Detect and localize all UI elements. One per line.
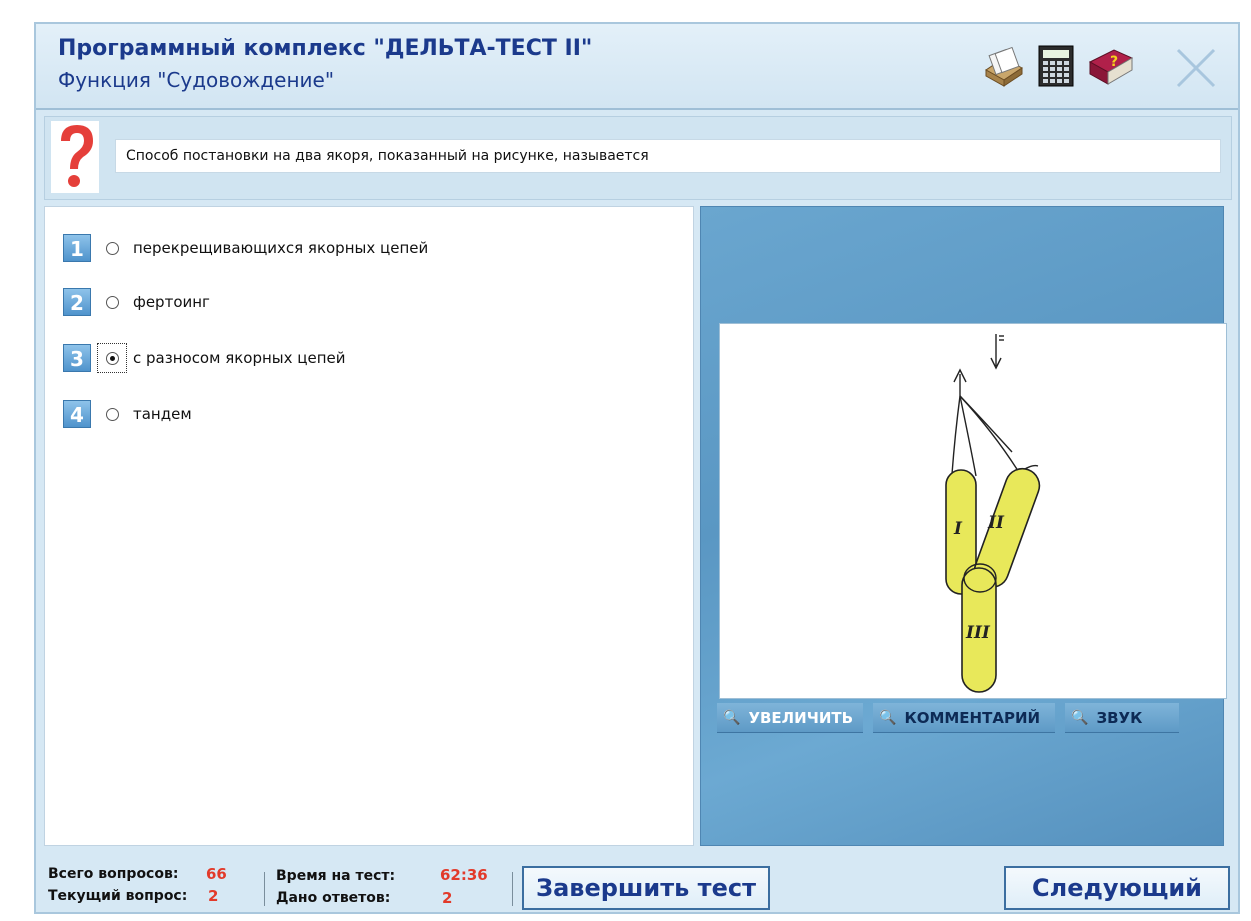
separator [264,872,265,906]
answer-option-4[interactable]: 4 тандем [63,397,192,431]
help-book-icon[interactable]: ? [1086,44,1134,88]
answer-radio-3[interactable] [97,343,127,373]
header: Программный комплекс "ДЕЛЬТА-ТЕСТ II" Фу… [36,24,1238,110]
question-figure: I II III [719,323,1227,699]
answers-given-label: Дано ответов: [276,890,391,906]
magnifier-icon: 🔍 [1071,709,1089,726]
image-panel: I II III 🔍 УВЕЛИЧИТЬ 🔍 КОММЕНТАРИЙ 🔍 ЗВУ… [700,206,1227,846]
sound-button[interactable]: 🔍 ЗВУК [1065,703,1179,733]
finish-test-button[interactable]: Завершить тест [522,866,770,910]
separator [512,872,513,906]
app-title: Программный комплекс "ДЕЛЬТА-ТЕСТ II" [58,36,593,61]
app-subtitle: Функция "Судовождение" [58,68,335,92]
question-mark-icon [51,121,99,193]
answer-number-badge: 2 [63,288,91,316]
answer-label: тандем [133,405,192,423]
close-icon[interactable] [1172,44,1220,92]
current-question-value: 2 [208,887,219,905]
test-time-value: 62:36 [440,866,488,884]
answers-given-value: 2 [442,889,453,907]
answer-number-badge: 4 [63,400,91,428]
answer-option-3[interactable]: 3 с разносом якорных цепей [63,341,346,375]
answers-panel: 1 перекрещивающихся якорных цепей 2 ферт… [44,206,694,846]
answer-label: с разносом якорных цепей [133,349,346,367]
radio-circle-icon [105,241,119,255]
answer-radio-2[interactable] [97,287,127,317]
comment-button-label: КОММЕНТАРИЙ [904,708,1041,727]
magnifier-icon: 🔍 [879,709,897,726]
question-text: Способ постановки на два якоря, показанн… [115,139,1221,173]
current-question-label: Текущий вопрос: [48,888,188,904]
ship-label-iii: III [965,623,991,643]
answer-option-2[interactable]: 2 фертоинг [63,285,210,319]
question-bar: Способ постановки на два якоря, показанн… [44,116,1232,200]
calculator-icon[interactable] [1034,44,1078,88]
svg-text:?: ? [1110,54,1118,70]
app-window: Программный комплекс "ДЕЛЬТА-ТЕСТ II" Фу… [34,22,1240,914]
answer-label: фертоинг [133,293,210,311]
radio-checked-icon [105,351,119,365]
comment-button[interactable]: 🔍 КОММЕНТАРИЙ [873,703,1055,733]
ship-label-i: I [953,519,963,539]
total-questions-value: 66 [206,865,227,883]
answer-label: перекрещивающихся якорных цепей [133,239,429,257]
total-questions-label: Всего вопросов: [48,866,179,882]
radio-circle-icon [105,407,119,421]
answer-number-badge: 3 [63,344,91,372]
zoom-button[interactable]: 🔍 УВЕЛИЧИТЬ [717,703,863,733]
magnifier-icon: 🔍 [723,709,741,726]
answer-number-badge: 1 [63,234,91,262]
answer-radio-4[interactable] [97,399,127,429]
zoom-button-label: УВЕЛИЧИТЬ [748,708,854,727]
answer-radio-1[interactable] [97,233,127,263]
card-index-icon[interactable] [982,44,1026,88]
ship-label-ii: II [987,513,1005,533]
next-button[interactable]: Следующий [1004,866,1230,910]
test-time-label: Время на тест: [276,868,396,884]
sound-button-label: ЗВУК [1096,708,1143,727]
radio-circle-icon [105,295,119,309]
answer-option-1[interactable]: 1 перекрещивающихся якорных цепей [63,231,428,265]
footer-status-bar: Всего вопросов: 66 Текущий вопрос: 2 Вре… [36,854,1238,912]
